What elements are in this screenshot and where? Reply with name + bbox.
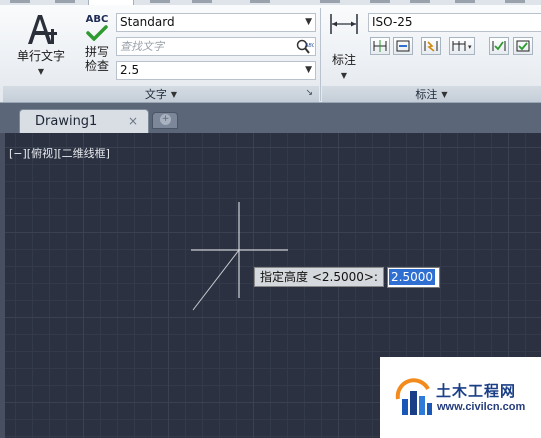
dim-adjust-space-icon xyxy=(396,40,410,52)
check-icon xyxy=(86,25,108,41)
watermark-url: www.civilcn.com xyxy=(437,401,526,413)
chevron-down-icon: ▼ xyxy=(340,71,348,80)
new-drawing-tab[interactable]: + xyxy=(152,112,178,129)
dim-inspect-icon xyxy=(492,41,506,51)
svg-text:▾: ▾ xyxy=(468,43,472,51)
dim-break-icon xyxy=(424,41,438,52)
dim-update-icon xyxy=(516,40,530,52)
text-panel-title: 文字 xyxy=(144,88,167,101)
linear-dimension-icon xyxy=(330,14,358,34)
dimension-tool-button-4[interactable]: ▾ xyxy=(449,37,475,55)
multiline-text-button[interactable]: 单行文字 ▼ xyxy=(14,12,68,76)
text-height-select[interactable]: 2.5 ▼ xyxy=(116,61,316,80)
dimension-tool-button-6[interactable] xyxy=(513,37,533,55)
dynamic-input-field[interactable]: 2.5000 xyxy=(387,267,440,288)
dimension-label: 标注 xyxy=(331,53,356,67)
find-text-placeholder: 查找文字 xyxy=(120,40,164,53)
dialog-launcher-icon[interactable]: ↘ xyxy=(305,88,313,98)
svg-text:ABC: ABC xyxy=(304,43,314,49)
chevron-down-icon: ▼ xyxy=(305,65,312,75)
spellcheck-label-line1: 拼写 xyxy=(84,45,109,59)
dimension-tool-button-1[interactable] xyxy=(370,37,390,55)
text-a-icon xyxy=(28,15,57,44)
find-replace-icon[interactable]: ABC xyxy=(296,39,314,55)
close-icon[interactable]: × xyxy=(128,114,138,128)
dim-style-value: ISO-25 xyxy=(372,15,413,29)
dim-style-select[interactable]: ISO-25 xyxy=(368,13,541,32)
spellcheck-button[interactable]: ABC 拼写 检查 xyxy=(80,14,114,82)
chevron-down-icon: ▼ xyxy=(441,89,448,99)
dynamic-input-value: 2.5000 xyxy=(389,269,435,285)
plus-icon: + xyxy=(160,114,171,125)
tab-drawing1[interactable]: Drawing1 × xyxy=(19,109,149,133)
ribbon-tab-annotate[interactable] xyxy=(88,0,134,5)
dimension-button[interactable]: 标注 ▼ xyxy=(326,12,362,80)
dim-continue-icon: ▾ xyxy=(452,41,472,51)
dimension-tool-button-5[interactable] xyxy=(489,37,509,55)
watermark-title: 土木工程网 xyxy=(436,383,517,400)
text-style-select[interactable]: Standard ▼ xyxy=(116,13,316,32)
rubber-band-line xyxy=(192,249,240,311)
civilcn-logo-icon xyxy=(395,378,432,415)
dim-baseline-icon xyxy=(373,40,387,52)
dimension-panel-footer[interactable]: 标注 ▼ xyxy=(322,86,541,102)
chevron-down-icon: ▼ xyxy=(170,89,178,99)
tab-drawing1-label: Drawing1 xyxy=(35,114,98,129)
text-style-value: Standard xyxy=(120,15,175,29)
chevron-down-icon: ▼ xyxy=(37,67,45,76)
file-tab-bar: Drawing1 × + xyxy=(0,103,541,133)
dimension-tool-button-2[interactable] xyxy=(393,37,413,55)
chevron-down-icon: ▼ xyxy=(305,17,312,27)
spellcheck-abc-text: ABC xyxy=(85,14,109,25)
canvas-left-edge xyxy=(0,133,5,438)
ribbon-tab-strip[interactable] xyxy=(0,0,541,5)
dimension-tool-button-3[interactable] xyxy=(421,37,441,55)
text-height-value: 2.5 xyxy=(120,63,140,77)
find-text-input[interactable]: 查找文字 ABC xyxy=(116,37,316,56)
dynamic-input-prompt: 指定高度 <2.5000>: xyxy=(254,267,384,287)
spellcheck-label-line2: 检查 xyxy=(84,59,109,73)
ribbon: 单行文字 ▼ ABC 拼写 检查 Standard ▼ 查找文字 ABC 2.5… xyxy=(0,0,541,103)
watermark: 土木工程网 www.civilcn.com xyxy=(380,357,541,438)
dimension-panel-title: 标注 xyxy=(415,88,438,101)
panel-divider xyxy=(320,8,321,101)
multiline-text-label: 单行文字 xyxy=(16,49,65,63)
text-panel-footer[interactable]: 文字 ▼ ↘ xyxy=(3,86,319,102)
